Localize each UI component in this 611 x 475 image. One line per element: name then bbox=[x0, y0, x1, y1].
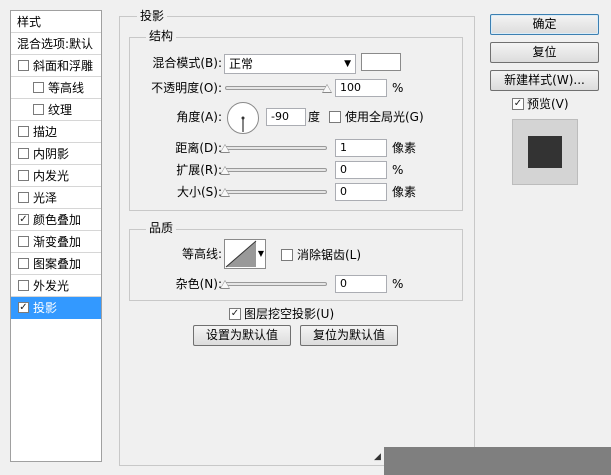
new-style-button[interactable]: 新建样式(W)... bbox=[490, 70, 599, 91]
contour-label: 等高线: bbox=[181, 247, 222, 261]
distance-unit: 像素 bbox=[392, 141, 417, 155]
style-item-label: 颜色叠加 bbox=[33, 213, 82, 227]
style-item-checkbox[interactable] bbox=[33, 104, 44, 115]
reset-default-button[interactable]: 复位为默认值 bbox=[300, 325, 398, 346]
knockout-checkbox[interactable]: ✓ bbox=[229, 308, 241, 320]
style-item[interactable]: 等高线 bbox=[11, 77, 101, 99]
style-item-label: 渐变叠加 bbox=[33, 235, 82, 249]
make-default-button[interactable]: 设置为默认值 bbox=[193, 325, 291, 346]
opacity-slider[interactable] bbox=[225, 86, 327, 90]
distance-slider[interactable] bbox=[225, 146, 327, 150]
preview-swatch bbox=[528, 136, 562, 168]
style-item-checkbox[interactable] bbox=[18, 258, 29, 269]
noise-input[interactable]: 0 bbox=[335, 275, 387, 293]
spread-slider-thumb[interactable] bbox=[220, 166, 230, 175]
chevron-down-icon: ▼ bbox=[257, 249, 264, 258]
opacity-slider-thumb[interactable] bbox=[322, 84, 332, 93]
style-item[interactable]: 外发光 bbox=[11, 275, 101, 297]
size-slider[interactable] bbox=[225, 190, 327, 194]
background-block bbox=[384, 447, 611, 475]
style-item-checkbox[interactable]: ✓ bbox=[18, 302, 29, 313]
style-item-checkbox[interactable] bbox=[18, 126, 29, 137]
blend-mode-label: 混合模式(B): bbox=[152, 56, 222, 70]
drop-shadow-title: 投影 bbox=[137, 9, 168, 23]
angle-dial[interactable] bbox=[226, 101, 260, 135]
style-item-label: 光泽 bbox=[33, 191, 58, 205]
spread-unit: % bbox=[392, 163, 404, 177]
opacity-input[interactable]: 100 bbox=[335, 79, 387, 97]
distance-label: 距离(D): bbox=[175, 141, 222, 155]
resize-grip-icon: ◢ bbox=[374, 452, 381, 462]
style-item-label: 斜面和浮雕 bbox=[33, 59, 94, 73]
style-item[interactable]: 纹理 bbox=[11, 99, 101, 121]
preview-checkbox[interactable]: ✓ bbox=[512, 98, 524, 110]
style-item[interactable]: 图案叠加 bbox=[11, 253, 101, 275]
angle-input[interactable]: -90 bbox=[266, 108, 306, 126]
spread-input[interactable]: 0 bbox=[335, 161, 387, 179]
style-item-label: 图案叠加 bbox=[33, 257, 82, 271]
style-list-panel: 样式 混合选项:默认 斜面和浮雕等高线纹理描边内阴影内发光光泽 ✓ 颜色叠加渐变叠加… bbox=[10, 10, 102, 462]
blend-options-item[interactable]: 混合选项:默认 bbox=[11, 33, 101, 55]
style-item-label: 纹理 bbox=[48, 103, 73, 117]
noise-slider[interactable] bbox=[225, 282, 327, 286]
style-item-checkbox[interactable] bbox=[18, 192, 29, 203]
spread-label: 扩展(R): bbox=[176, 163, 222, 177]
style-item-label: 等高线 bbox=[48, 81, 85, 95]
style-item[interactable]: ✓ 投影 bbox=[11, 297, 101, 319]
style-item-label: 投影 bbox=[33, 301, 58, 315]
blend-mode-value: 正常 bbox=[229, 57, 254, 71]
anti-alias-checkbox[interactable] bbox=[281, 249, 293, 261]
quality-title: 品质 bbox=[146, 221, 177, 235]
distance-slider-thumb[interactable] bbox=[220, 144, 230, 153]
preview-label[interactable]: 预览(V) bbox=[527, 97, 569, 111]
size-slider-thumb[interactable] bbox=[220, 188, 230, 197]
style-item-label: 外发光 bbox=[33, 279, 70, 293]
style-item-checkbox[interactable] bbox=[18, 60, 29, 71]
structure-title: 结构 bbox=[146, 29, 177, 43]
distance-input[interactable]: 1 bbox=[335, 139, 387, 157]
angle-label: 角度(A): bbox=[176, 110, 222, 124]
style-item[interactable]: ✓ 颜色叠加 bbox=[11, 209, 101, 231]
style-item[interactable]: 斜面和浮雕 bbox=[11, 55, 101, 77]
style-item[interactable]: 描边 bbox=[11, 121, 101, 143]
style-item-checkbox[interactable]: ✓ bbox=[18, 214, 29, 225]
spread-slider[interactable] bbox=[225, 168, 327, 172]
contour-preview-icon bbox=[225, 240, 257, 268]
opacity-label: 不透明度(O): bbox=[151, 81, 222, 95]
size-label: 大小(S): bbox=[176, 185, 222, 199]
style-item-label: 描边 bbox=[33, 125, 58, 139]
size-unit: 像素 bbox=[392, 185, 417, 199]
opacity-unit: % bbox=[392, 81, 404, 95]
size-input[interactable]: 0 bbox=[335, 183, 387, 201]
reset-button[interactable]: 复位 bbox=[490, 42, 599, 63]
noise-label: 杂色(N): bbox=[175, 277, 222, 291]
style-item-checkbox[interactable] bbox=[33, 82, 44, 93]
style-list-header[interactable]: 样式 bbox=[11, 11, 101, 33]
style-item[interactable]: 渐变叠加 bbox=[11, 231, 101, 253]
style-item[interactable]: 光泽 bbox=[11, 187, 101, 209]
chevron-down-icon: ▼ bbox=[344, 59, 351, 69]
ok-button[interactable]: 确定 bbox=[490, 14, 599, 35]
anti-alias-label[interactable]: 消除锯齿(L) bbox=[297, 248, 361, 262]
preview-thumbnail bbox=[512, 119, 578, 185]
shadow-color-swatch[interactable] bbox=[361, 53, 401, 71]
global-light-label[interactable]: 使用全局光(G) bbox=[345, 110, 424, 124]
angle-unit: 度 bbox=[308, 110, 321, 124]
noise-unit: % bbox=[392, 277, 404, 291]
style-item-checkbox[interactable] bbox=[18, 280, 29, 291]
style-item[interactable]: 内阴影 bbox=[11, 143, 101, 165]
style-item-label: 内发光 bbox=[33, 169, 70, 183]
style-item-checkbox[interactable] bbox=[18, 170, 29, 181]
style-item-checkbox[interactable] bbox=[18, 236, 29, 247]
noise-slider-thumb[interactable] bbox=[220, 280, 230, 289]
style-item-label: 内阴影 bbox=[33, 147, 70, 161]
blend-mode-select[interactable]: 正常 ▼ bbox=[224, 54, 356, 74]
style-item[interactable]: 内发光 bbox=[11, 165, 101, 187]
knockout-label[interactable]: 图层挖空投影(U) bbox=[244, 307, 334, 321]
style-item-checkbox[interactable] bbox=[18, 148, 29, 159]
contour-picker[interactable]: ▼ bbox=[224, 239, 266, 269]
global-light-checkbox[interactable] bbox=[329, 111, 341, 123]
